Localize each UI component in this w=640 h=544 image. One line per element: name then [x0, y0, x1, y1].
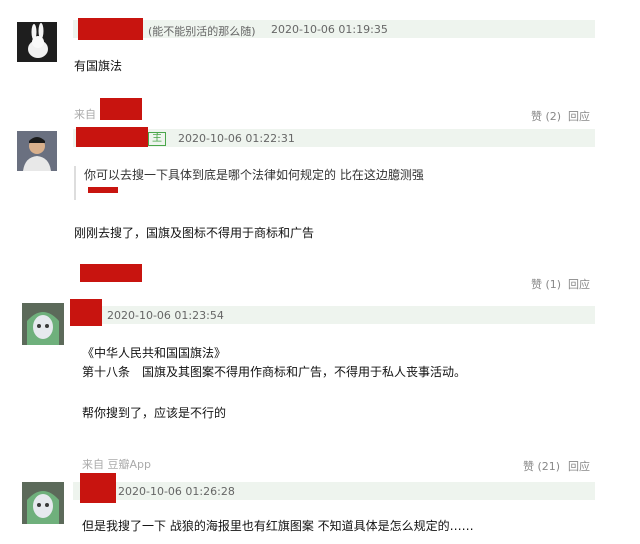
- reply-button[interactable]: 回应: [568, 108, 590, 124]
- redacted-quote-author: [88, 187, 118, 193]
- anime-avatar-icon: [22, 303, 64, 345]
- comment-text-line: 第十八条 国旗及其图案不得用作商标和广告，不得用于私人丧事活动。: [82, 365, 467, 379]
- reply-button[interactable]: 回应: [568, 458, 590, 474]
- quoted-comment: 你可以去搜一下具体到底是哪个法律如何规定的 比在这边臆测强: [74, 166, 424, 200]
- comment-time: 2020-10-06 01:22:31: [178, 132, 295, 145]
- comment-source: 来自: [74, 108, 96, 121]
- comment-text: 但是我搜了一下 战狼的海报里也有红旗图案 不知道具体是怎么规定的……: [82, 519, 474, 533]
- comment-time: 2020-10-06 01:23:54: [107, 309, 224, 322]
- redacted-source: [80, 264, 142, 282]
- reply-button[interactable]: 回应: [568, 276, 590, 292]
- user-signature: (能不能别活的那么随): [148, 25, 256, 38]
- op-badge: 主: [148, 132, 166, 146]
- comment-time: 2020-10-06 01:19:35: [271, 23, 388, 36]
- redacted-username: [80, 473, 116, 503]
- redacted-username: [78, 18, 143, 40]
- anime-avatar-icon: [22, 482, 64, 524]
- person-avatar-icon: [17, 131, 57, 171]
- redacted-source: [100, 98, 142, 120]
- redacted-username: [76, 127, 148, 147]
- redacted-username: [70, 299, 102, 326]
- avatar[interactable]: [22, 303, 64, 345]
- avatar[interactable]: [17, 131, 57, 171]
- comment-text: 刚刚去搜了，国旗及图标不得用于商标和广告: [74, 226, 315, 240]
- like-button[interactable]: 赞 (2): [531, 108, 561, 124]
- avatar[interactable]: [17, 22, 57, 62]
- comment-text-line: 帮你搜到了，应该是不行的: [82, 406, 227, 420]
- comment-text-line: 《中华人民共和国国旗法》: [82, 346, 227, 360]
- quote-text: 你可以去搜一下具体到底是哪个法律如何规定的 比在这边臆测强: [84, 168, 424, 182]
- like-button[interactable]: 赞 (21): [523, 458, 560, 474]
- comment-text: 有国旗法: [74, 59, 123, 73]
- rabbit-avatar-icon: [17, 22, 57, 62]
- comment-source: 来自 豆瓣App: [82, 458, 151, 471]
- comment-time: 2020-10-06 01:26:28: [118, 485, 235, 498]
- like-button[interactable]: 赞 (1): [531, 276, 561, 292]
- avatar[interactable]: [22, 482, 64, 524]
